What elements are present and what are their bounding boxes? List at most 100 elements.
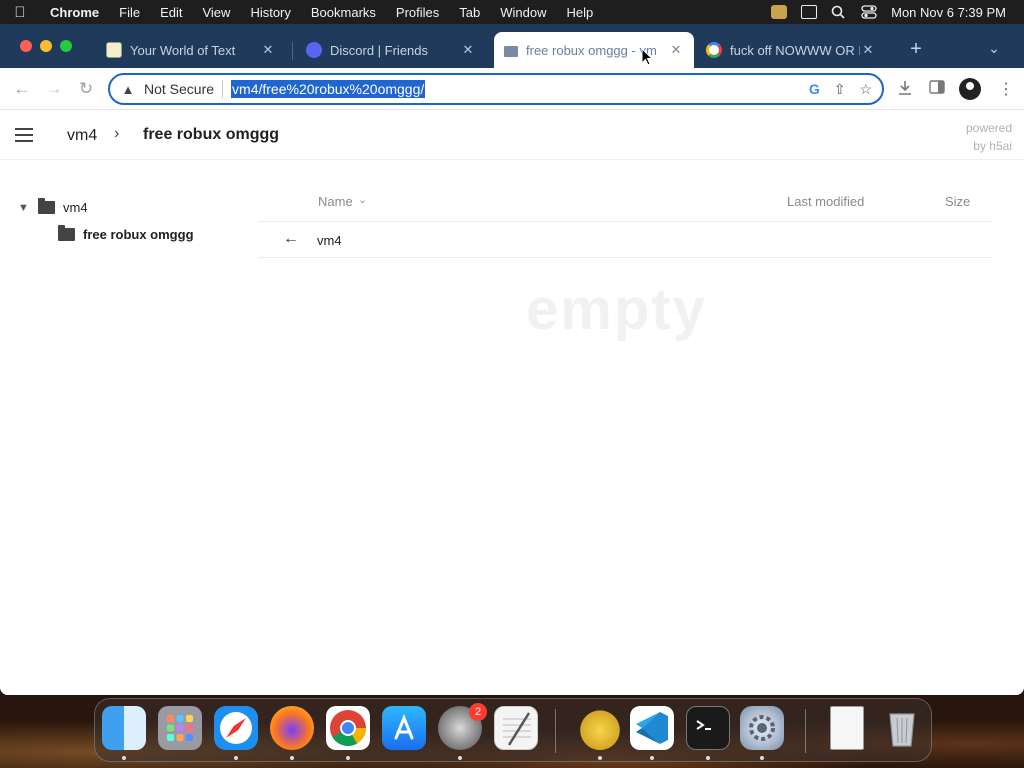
- tab-close-icon[interactable]: ✕: [860, 42, 876, 58]
- browser-toolbar: ← → ↻ ▲ Not Secure vm4/free%20robux%20om…: [0, 68, 1024, 110]
- tab-title: fuck off NOWWW OR I: [730, 42, 860, 58]
- profile-avatar-icon[interactable]: [959, 78, 981, 100]
- screen-mirroring-icon[interactable]: [801, 5, 818, 19]
- discord-icon: [306, 42, 322, 58]
- tab-strip: Your World of Text ✕ Discord | Friends ✕…: [0, 24, 1024, 68]
- settings-utility-icon[interactable]: [740, 706, 784, 750]
- cyberduck-icon[interactable]: [578, 706, 622, 750]
- menubar-clock[interactable]: Mon Nov 6 7:39 PM: [891, 5, 1006, 20]
- chrome-icon[interactable]: [326, 706, 370, 750]
- running-indicator: [458, 756, 462, 760]
- running-indicator: [346, 756, 350, 760]
- tab-search-chevron-icon[interactable]: ⌄: [986, 40, 1002, 57]
- firefox-icon[interactable]: [270, 706, 314, 750]
- tab-discord-friends[interactable]: Discord | Friends ✕: [296, 32, 486, 68]
- new-tab-icon[interactable]: +: [906, 38, 926, 61]
- macos-dock: 2: [94, 698, 932, 762]
- google-lens-icon[interactable]: G: [809, 81, 820, 98]
- breadcrumb-root[interactable]: vm4: [67, 127, 97, 145]
- parent-folder-row[interactable]: ← vm4: [258, 222, 992, 258]
- listing-header: Name ⌄ Last modified Size: [258, 180, 992, 222]
- tree-item-vm4[interactable]: ▼ vm4: [18, 194, 194, 221]
- running-indicator: [234, 756, 238, 760]
- tree-item-label: vm4: [63, 200, 88, 215]
- menu-bookmarks[interactable]: Bookmarks: [301, 5, 386, 20]
- hamburger-menu-icon[interactable]: [15, 128, 33, 142]
- h5ai-page: vm4 › free robux omggg powered by h5ai ▼…: [0, 110, 1024, 695]
- finder-icon[interactable]: [102, 706, 146, 750]
- vscode-icon[interactable]: [630, 706, 674, 750]
- avatar: [959, 78, 981, 100]
- trash-icon[interactable]: [880, 706, 924, 750]
- tab-close-icon[interactable]: ✕: [260, 42, 276, 58]
- app-store-icon[interactable]: [382, 706, 426, 750]
- tab-your-world-of-text[interactable]: Your World of Text ✕: [96, 32, 286, 68]
- textedit-icon[interactable]: [494, 706, 538, 750]
- google-icon: [706, 42, 722, 58]
- preview-document-icon[interactable]: [830, 706, 864, 750]
- folder-icon: [38, 198, 55, 214]
- running-indicator: [706, 756, 710, 760]
- breadcrumb-current[interactable]: free robux omggg: [143, 126, 279, 144]
- column-header-size[interactable]: Size: [945, 194, 970, 209]
- running-indicator: [650, 756, 654, 760]
- yw-icon: [106, 42, 122, 58]
- powered-by-h5ai[interactable]: powered by h5ai: [966, 119, 1012, 155]
- tree-item-label: free robux omggg: [83, 227, 194, 242]
- tab-free-robux-active[interactable]: free robux omggg - vm ✕: [494, 32, 694, 68]
- column-header-name[interactable]: Name: [318, 194, 353, 209]
- bookmark-star-icon[interactable]: ☆: [859, 81, 872, 98]
- tree-item-free-robux[interactable]: free robux omggg: [18, 221, 194, 248]
- close-window-button[interactable]: [20, 40, 32, 52]
- notification-badge: 2: [469, 703, 487, 721]
- share-icon[interactable]: ⇧: [834, 81, 846, 98]
- cyberduck-status-icon[interactable]: [771, 5, 788, 19]
- parent-folder-label: vm4: [317, 233, 342, 248]
- menu-file[interactable]: File: [109, 5, 150, 20]
- spotlight-search-icon[interactable]: [831, 5, 847, 19]
- launchpad-icon[interactable]: [158, 706, 202, 750]
- forward-arrow-icon[interactable]: →: [44, 79, 64, 99]
- dock-separator: [805, 709, 806, 753]
- side-panel-icon[interactable]: [929, 79, 945, 95]
- menu-edit[interactable]: Edit: [150, 5, 192, 20]
- warning-triangle-icon[interactable]: ▲: [120, 82, 136, 97]
- folder-icon: [58, 225, 75, 241]
- mouse-cursor-icon: [641, 47, 654, 71]
- empty-folder-label: empty: [526, 277, 707, 342]
- h5ai-top-bar: vm4 › free robux omggg powered by h5ai: [0, 110, 1024, 160]
- expand-chevron-icon[interactable]: ▼: [18, 202, 32, 214]
- security-status-label[interactable]: Not Secure: [144, 81, 214, 97]
- menu-profiles[interactable]: Profiles: [386, 5, 449, 20]
- tab-google-search[interactable]: fuck off NOWWW OR I ✕: [696, 32, 886, 68]
- breadcrumb-chevron-icon: ›: [114, 125, 120, 142]
- tab-title: Discord | Friends: [330, 42, 429, 58]
- safari-icon[interactable]: [214, 706, 258, 750]
- apple-menu-icon[interactable]: : [0, 4, 40, 21]
- minimize-window-button[interactable]: [40, 40, 52, 52]
- downloads-icon[interactable]: [896, 79, 914, 97]
- fullscreen-window-button[interactable]: [60, 40, 72, 52]
- tab-close-icon[interactable]: ✕: [668, 42, 684, 58]
- menu-tab[interactable]: Tab: [449, 5, 490, 20]
- column-header-last-modified[interactable]: Last modified: [787, 194, 864, 209]
- menu-window[interactable]: Window: [490, 5, 556, 20]
- back-arrow-icon[interactable]: ←: [12, 79, 32, 99]
- chrome-menu-icon[interactable]: ⋮: [998, 79, 1014, 99]
- reload-icon[interactable]: ↻: [76, 79, 96, 99]
- menu-help[interactable]: Help: [557, 5, 604, 20]
- running-indicator: [290, 756, 294, 760]
- running-indicator: [760, 756, 764, 760]
- window-controls: [20, 40, 72, 52]
- terminal-icon[interactable]: [686, 706, 730, 750]
- control-center-icon[interactable]: [861, 5, 877, 19]
- tab-close-icon[interactable]: ✕: [460, 42, 476, 58]
- menu-app-chrome[interactable]: Chrome: [40, 5, 109, 20]
- menu-history[interactable]: History: [240, 5, 300, 20]
- url-text-selected[interactable]: vm4/free%20robux%20omggg/: [231, 80, 426, 98]
- back-arrow-icon: ←: [283, 230, 299, 247]
- file-listing: Name ⌄ Last modified Size ← vm4: [258, 180, 992, 258]
- sort-chevron-down-icon[interactable]: ⌄: [358, 193, 367, 206]
- address-bar[interactable]: ▲ Not Secure vm4/free%20robux%20omggg/ G…: [108, 73, 884, 105]
- menu-view[interactable]: View: [192, 5, 240, 20]
